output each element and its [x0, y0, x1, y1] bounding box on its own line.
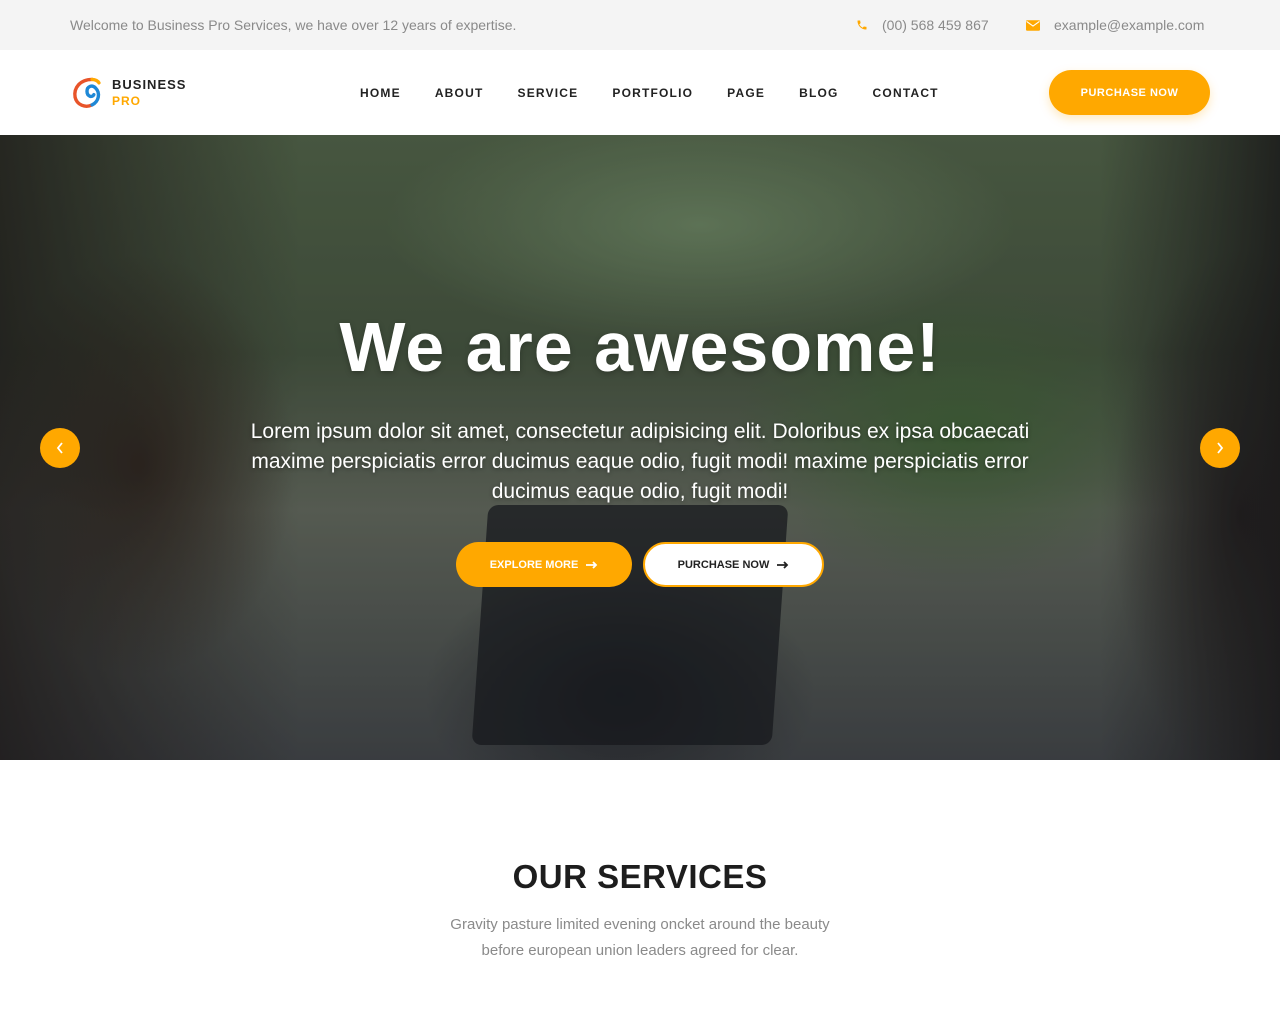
- slider-prev-button[interactable]: [40, 428, 80, 468]
- hero-title: We are awesome!: [339, 308, 941, 386]
- logo-swirl-icon: [73, 77, 101, 108]
- nav-home[interactable]: HOME: [360, 86, 401, 100]
- site-header: BUSINESS PRO HOME ABOUT SERVICE PORTFOLI…: [0, 50, 1280, 135]
- nav-page[interactable]: PAGE: [727, 86, 765, 100]
- arrow-right-icon: [586, 560, 598, 569]
- nav-about[interactable]: ABOUT: [435, 86, 484, 100]
- hero-purchase-label: PURCHASE NOW: [677, 558, 770, 571]
- phone-icon: [857, 20, 867, 30]
- hero-purchase-button[interactable]: PURCHASE NOW: [643, 542, 824, 587]
- services-title: OUR SERVICES: [512, 858, 768, 895]
- services-subtitle: Gravity pasture limited evening oncket a…: [390, 912, 890, 964]
- logo-word-business: BUSINESS: [112, 77, 187, 92]
- chevron-right-icon: [1217, 442, 1224, 454]
- nav-blog[interactable]: BLOG: [799, 86, 838, 100]
- email-address: example@example.com: [1054, 17, 1205, 33]
- explore-more-label: EXPLORE MORE: [489, 558, 579, 571]
- slider-next-button[interactable]: [1200, 428, 1240, 468]
- nav-contact[interactable]: CONTACT: [873, 86, 939, 100]
- main-nav: HOME ABOUT SERVICE PORTFOLIO PAGE BLOG C…: [360, 50, 939, 135]
- top-info-bar: Welcome to Business Pro Services, we hav…: [0, 0, 1280, 50]
- explore-more-button[interactable]: EXPLORE MORE: [456, 542, 632, 587]
- nav-service[interactable]: SERVICE: [517, 86, 578, 100]
- phone-number: (00) 568 459 867: [882, 17, 989, 33]
- services-subtitle-line2: before european union leaders agreed for…: [481, 942, 799, 959]
- logo-word-pro: PRO: [112, 94, 142, 108]
- header-purchase-button[interactable]: PURCHASE NOW: [1049, 70, 1210, 115]
- chevron-left-icon: [56, 442, 63, 454]
- envelope-icon: [1026, 19, 1040, 31]
- phone-contact[interactable]: (00) 568 459 867: [856, 17, 989, 33]
- services-subtitle-line1: Gravity pasture limited evening oncket a…: [450, 916, 830, 933]
- email-contact[interactable]: example@example.com: [1026, 17, 1204, 33]
- logo[interactable]: BUSINESS PRO: [70, 75, 186, 111]
- welcome-text: Welcome to Business Pro Services, we hav…: [70, 17, 517, 33]
- arrow-right-icon: [777, 560, 789, 569]
- hero-description: Lorem ipsum dolor sit amet, consectetur …: [250, 420, 1030, 503]
- nav-portfolio[interactable]: PORTFOLIO: [612, 86, 693, 100]
- hero-slider: We are awesome! Lorem ipsum dolor sit am…: [0, 135, 1280, 760]
